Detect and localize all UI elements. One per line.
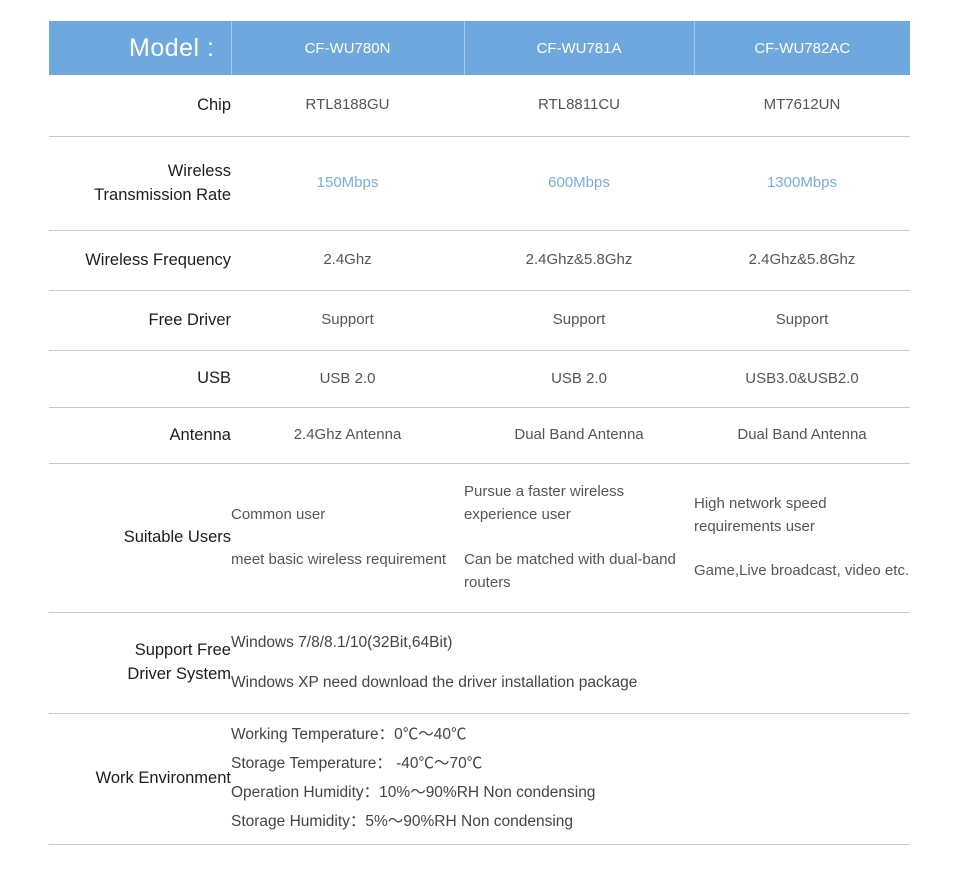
cell-free-driver-3: Support [694, 290, 910, 351]
cell-suitable-users-2: Pursue a faster wireless experience user… [464, 463, 694, 613]
cell-antenna-3: Dual Band Antenna [694, 407, 910, 464]
work-environment-line-3: Operation Humidity：10%～90%RH Non condens… [231, 784, 596, 801]
work-environment-line-2: Storage Temperature： -40℃～70℃ [231, 754, 483, 772]
table-row-free-driver: Free Driver Support Support Support [49, 290, 910, 351]
table-row-suitable-users: Suitable Users Common user meet basic wi… [49, 463, 910, 613]
header-model-1: CF-WU780N [231, 21, 465, 75]
cell-antenna-1: 2.4Ghz Antenna [231, 407, 464, 464]
cell-rate-2: 600Mbps [464, 136, 694, 231]
cell-rate-3: 1300Mbps [694, 136, 910, 231]
table-row-antenna: Antenna 2.4Ghz Antenna Dual Band Antenna… [49, 407, 910, 464]
cell-free-driver-1: Support [231, 290, 464, 351]
row-label-support-free-driver-system: Support Free Driver System [49, 612, 231, 714]
row-label-transmission-rate-line1: Wireless [167, 161, 231, 180]
row-label-chip: Chip [197, 95, 231, 114]
spec-comparison-table: Model : CF-WU780N CF-WU781A CF-WU782AC C… [49, 21, 910, 843]
cell-usb-3: USB3.0&USB2.0 [694, 350, 910, 408]
support-driver-line-1: Windows 7/8/8.1/10(32Bit,64Bit) [231, 634, 453, 652]
cell-suitable-users-3: High network speed requirements user Gam… [694, 463, 910, 613]
table-row-work-environment: Work Environment Working Temperature：0℃～… [49, 713, 910, 843]
suitable-users-3-line1: High network speed requirements user [694, 494, 827, 535]
row-label-transmission-rate: Wireless Transmission Rate [49, 136, 231, 231]
cell-frequency-2: 2.4Ghz&5.8Ghz [464, 230, 694, 291]
support-driver-label-line2: Driver System [127, 665, 231, 683]
row-label-transmission-rate-line2: Transmission Rate [94, 185, 231, 204]
row-label-suitable-users: Suitable Users [49, 463, 231, 613]
table-bottom-rule [49, 844, 910, 845]
row-label-usb: USB [49, 350, 231, 408]
work-environment-line-1: Working Temperature：0℃～40℃ [231, 725, 467, 743]
row-label-work-environment: Work Environment [49, 713, 231, 843]
cell-suitable-users-1: Common user meet basic wireless requirem… [231, 463, 464, 613]
spec-comparison-sheet: Model : CF-WU780N CF-WU781A CF-WU782AC C… [0, 0, 960, 870]
cell-chip-3: MT7612UN [763, 96, 841, 114]
row-label-free-driver: Free Driver [49, 290, 231, 351]
table-header-row: Model : CF-WU780N CF-WU781A CF-WU782AC [49, 21, 910, 75]
cell-free-driver-2: Support [464, 290, 694, 351]
table-row-usb: USB USB 2.0 USB 2.0 USB3.0&USB2.0 [49, 350, 910, 408]
cell-frequency-1: 2.4Ghz [231, 230, 464, 291]
suitable-users-1-line1: Common user [231, 506, 326, 524]
cell-chip-1: RTL8188GU [305, 96, 390, 114]
suitable-users-1-line2: meet basic wireless requirement [231, 551, 447, 568]
table-row-transmission-rate: Wireless Transmission Rate 150Mbps 600Mb… [49, 136, 910, 231]
table-row-support-free-driver-system: Support Free Driver System Windows 7/8/8… [49, 612, 910, 714]
cell-rate-1: 150Mbps [231, 136, 464, 231]
header-model-2: CF-WU781A [464, 21, 695, 75]
support-driver-line-2: Windows XP need download the driver inst… [231, 673, 638, 691]
suitable-users-2-line2: Can be matched with dual-band routers [464, 551, 676, 591]
cell-frequency-3: 2.4Ghz&5.8Ghz [694, 230, 910, 291]
suitable-users-2-line1: Pursue a faster wireless experience user [464, 483, 625, 524]
table-row-wireless-frequency: Wireless Frequency 2.4Ghz 2.4Ghz&5.8Ghz … [49, 230, 910, 291]
row-label-antenna: Antenna [49, 407, 231, 464]
header-model-text: Model : [129, 33, 215, 62]
cell-support-free-driver-system: Windows 7/8/8.1/10(32Bit,64Bit) Windows … [231, 612, 910, 714]
table-row-chip: Chip RTL8188GU RTL8811CU MT7612UN [49, 75, 910, 137]
cell-usb-2: USB 2.0 [464, 350, 694, 408]
cell-usb-1: USB 2.0 [231, 350, 464, 408]
header-model-3: CF-WU782AC [694, 21, 910, 75]
cell-antenna-2: Dual Band Antenna [464, 407, 694, 464]
suitable-users-3-line2: Game,Live broadcast, video etc. [694, 562, 910, 580]
row-label-wireless-frequency: Wireless Frequency [49, 230, 231, 291]
cell-chip-2: RTL8811CU [538, 96, 620, 114]
header-model-label: Model : [49, 21, 232, 75]
work-environment-line-4: Storage Humidity：5%～90%RH Non condensing [231, 813, 574, 831]
support-driver-label-line1: Support Free [134, 641, 231, 660]
cell-work-environment: Working Temperature：0℃～40℃ Storage Tempe… [231, 713, 910, 843]
